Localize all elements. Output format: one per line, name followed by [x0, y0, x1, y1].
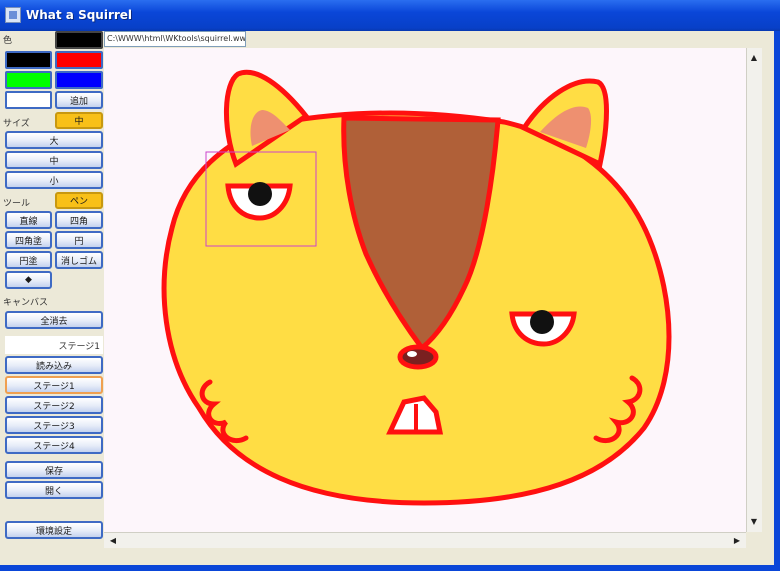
- tool-rect-fill-button[interactable]: 四角塗: [5, 231, 52, 249]
- clear-canvas-button[interactable]: 全消去: [5, 311, 103, 329]
- app-window: What a Squirrel 色 追加 サイズ 中 大 中 小 ツール ペン …: [0, 0, 780, 571]
- load-button[interactable]: 読み込み: [5, 356, 103, 374]
- scroll-right-arrow-icon[interactable]: ▶: [730, 533, 744, 547]
- left-pupil: [248, 182, 272, 206]
- tool-eraser-button[interactable]: 消しゴム: [55, 251, 103, 269]
- canvas-drawing: [104, 48, 746, 532]
- tool-circle-fill-button[interactable]: 円塗: [5, 251, 52, 269]
- window-border-right: [774, 31, 780, 571]
- swatch-green[interactable]: [5, 71, 52, 89]
- size-label: サイズ: [3, 119, 30, 129]
- stage-4-button[interactable]: ステージ4: [5, 436, 103, 454]
- settings-button[interactable]: 環境設定: [5, 521, 103, 539]
- current-color-swatch: [55, 31, 103, 49]
- tool-circle-button[interactable]: 円: [55, 231, 103, 249]
- color-label: 色: [3, 36, 13, 46]
- swatch-white[interactable]: [5, 91, 52, 109]
- right-pupil: [530, 310, 554, 334]
- tool-panel: 色 追加 サイズ 中 大 中 小 ツール ペン 直線 四角 四角塗 円 円塗 消…: [0, 31, 104, 565]
- swatch-red[interactable]: [55, 51, 103, 69]
- canvas-label: キャンバス: [3, 298, 49, 308]
- nose-highlight: [407, 351, 417, 357]
- stage-3-button[interactable]: ステージ3: [5, 416, 103, 434]
- horizontal-scrollbar[interactable]: ◀ ▶: [104, 532, 746, 548]
- tool-line-button[interactable]: 直線: [5, 211, 52, 229]
- size-small-button[interactable]: 小: [5, 171, 103, 189]
- bucket-icon: ◆: [25, 275, 32, 285]
- tool-selected-indicator: ペン: [55, 192, 103, 209]
- size-selected-indicator: 中: [55, 112, 103, 129]
- title-bar[interactable]: What a Squirrel: [0, 0, 780, 31]
- scroll-left-arrow-icon[interactable]: ◀: [106, 533, 120, 547]
- window-border-bottom: [0, 565, 780, 571]
- open-button[interactable]: 開く: [5, 481, 103, 499]
- tool-rect-button[interactable]: 四角: [55, 211, 103, 229]
- swatch-blue[interactable]: [55, 71, 103, 89]
- tool-label: ツール: [3, 199, 31, 209]
- scroll-down-arrow-icon[interactable]: ▼: [747, 514, 761, 528]
- nose: [397, 344, 439, 370]
- file-path-field[interactable]: C:\WWW\html\WKtools\squirrel.wwf: [104, 31, 246, 47]
- stage-1-button[interactable]: ステージ1: [5, 376, 103, 394]
- swatch-black[interactable]: [5, 51, 52, 69]
- add-color-button[interactable]: 追加: [55, 91, 103, 109]
- size-large-button[interactable]: 大: [5, 131, 103, 149]
- app-icon: [5, 7, 21, 23]
- stage-2-button[interactable]: ステージ2: [5, 396, 103, 414]
- tool-fill-button[interactable]: ◆: [5, 271, 52, 289]
- scroll-up-arrow-icon[interactable]: ▲: [747, 50, 761, 64]
- size-medium-button[interactable]: 中: [5, 151, 103, 169]
- drawing-canvas[interactable]: [104, 48, 746, 532]
- stage-field[interactable]: ステージ1: [5, 336, 103, 354]
- window-title: What a Squirrel: [26, 8, 133, 22]
- vertical-scrollbar[interactable]: ▲ ▼: [746, 48, 762, 532]
- save-button[interactable]: 保存: [5, 461, 103, 479]
- scroll-corner: [746, 532, 762, 548]
